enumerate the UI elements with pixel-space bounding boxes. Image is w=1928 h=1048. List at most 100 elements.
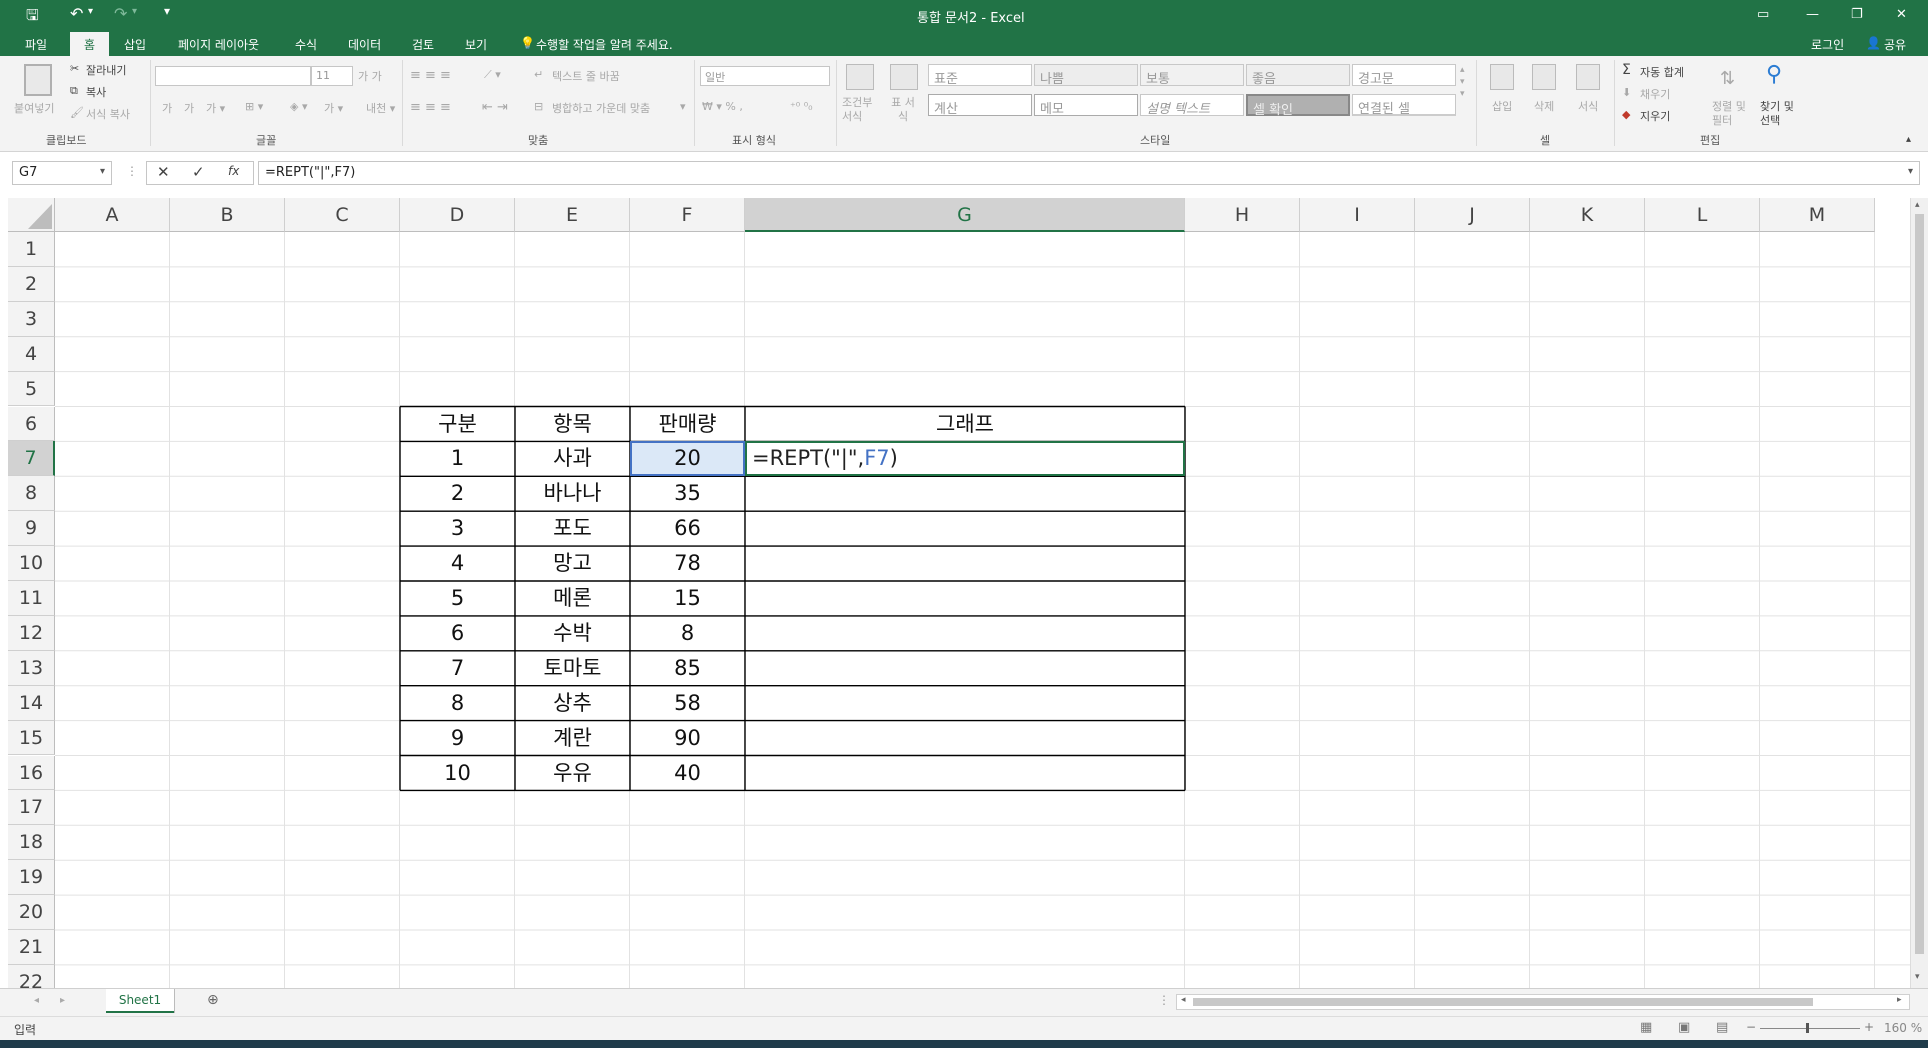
- copy-button[interactable]: 복사: [86, 84, 106, 100]
- undo-icon[interactable]: ↶: [70, 4, 83, 23]
- tab-view[interactable]: 보기: [465, 36, 487, 53]
- currency-icon[interactable]: ₩ ▾ % ,: [702, 100, 743, 113]
- style-neutral[interactable]: 보통: [1140, 64, 1244, 87]
- table-data-cell[interactable]: [745, 686, 1185, 721]
- zoom-out-icon[interactable]: −: [1746, 1020, 1756, 1034]
- add-sheet-icon[interactable]: ⊕: [207, 992, 219, 1008]
- styles-scroll-icon[interactable]: ▴ ▾ ▾: [1460, 64, 1465, 100]
- conditional-format-icon[interactable]: [846, 64, 874, 90]
- table-header-cell[interactable]: 판매량: [630, 407, 745, 442]
- table-data-cell[interactable]: [745, 511, 1185, 546]
- sheet-next-icon[interactable]: ▸: [60, 995, 65, 1006]
- sheet-tab[interactable]: Sheet1: [106, 989, 174, 1013]
- underline-icon[interactable]: 가 ▾: [206, 100, 225, 116]
- zoom-level[interactable]: 160 %: [1884, 1021, 1922, 1035]
- normal-view-icon[interactable]: ▦: [1640, 1020, 1652, 1035]
- wrap-text-button[interactable]: 텍스트 줄 바꿈: [552, 68, 620, 84]
- redo-icon[interactable]: ↷: [114, 4, 127, 23]
- expand-formula-bar-icon[interactable]: ▾: [1908, 166, 1913, 177]
- table-data-cell[interactable]: [745, 476, 1185, 511]
- style-normal[interactable]: 표준: [928, 64, 1032, 87]
- fill-button[interactable]: 채우기: [1640, 86, 1670, 102]
- table-data-cell[interactable]: 8: [400, 686, 515, 721]
- ribbon-display-options-icon[interactable]: ▭: [1757, 7, 1769, 22]
- clear-button[interactable]: 지우기: [1640, 108, 1670, 124]
- merge-center-button[interactable]: 병합하고 가운데 맞춤: [552, 100, 650, 116]
- magnifier-icon[interactable]: ⚲: [1766, 62, 1782, 87]
- table-data-cell[interactable]: 66: [630, 511, 745, 546]
- tab-insert[interactable]: 삽입: [124, 36, 146, 53]
- save-icon[interactable]: 🖫: [26, 5, 39, 30]
- table-data-cell[interactable]: [745, 546, 1185, 581]
- table-header-cell[interactable]: 항목: [515, 407, 630, 442]
- scroll-down-icon[interactable]: ▾: [1915, 972, 1920, 982]
- number-format-select[interactable]: 일반: [700, 66, 830, 86]
- table-data-cell[interactable]: 토마토: [515, 651, 630, 686]
- phonetic-icon[interactable]: 내천 ▾: [366, 100, 395, 116]
- table-data-cell[interactable]: 상추: [515, 686, 630, 721]
- tab-formulas[interactable]: 수식: [295, 36, 317, 53]
- table-data-cell[interactable]: 4: [400, 546, 515, 581]
- style-note[interactable]: 메모: [1034, 94, 1138, 117]
- italic-icon[interactable]: 가: [184, 100, 194, 116]
- tab-home[interactable]: 홈: [70, 32, 110, 56]
- table-data-cell[interactable]: [745, 721, 1185, 756]
- sheet-prev-icon[interactable]: ◂: [34, 995, 39, 1006]
- tab-split-icon[interactable]: ⋮: [1158, 993, 1170, 1007]
- table-data-cell[interactable]: [745, 616, 1185, 651]
- insert-function-icon[interactable]: fx: [228, 164, 239, 178]
- horizontal-scrollbar[interactable]: ◂ ▸: [1176, 994, 1910, 1010]
- table-data-cell[interactable]: [745, 756, 1185, 791]
- format-cells-button[interactable]: 서식: [1578, 98, 1598, 114]
- table-data-cell[interactable]: 메론: [515, 581, 630, 616]
- paste-icon[interactable]: [24, 64, 52, 96]
- table-data-cell[interactable]: [745, 581, 1185, 616]
- table-data-cell[interactable]: 58: [630, 686, 745, 721]
- insert-cells-button[interactable]: 삽입: [1492, 98, 1512, 114]
- formula-input[interactable]: =REPT("|",F7): [258, 161, 1920, 185]
- border-icon[interactable]: ⊞ ▾: [245, 100, 263, 113]
- font-grow-icon[interactable]: 가 가: [358, 68, 382, 84]
- zoom-in-icon[interactable]: +: [1864, 1020, 1874, 1034]
- sort-filter-icon[interactable]: ⇅: [1720, 68, 1735, 89]
- zoom-slider[interactable]: [1760, 1028, 1860, 1029]
- fill-color-icon[interactable]: ◈ ▾: [290, 100, 307, 113]
- table-header-cell[interactable]: 그래프: [745, 407, 1185, 442]
- cut-button[interactable]: 잘라내기: [86, 62, 126, 78]
- font-size-select[interactable]: 11: [311, 66, 353, 86]
- vertical-scrollbar[interactable]: ▴ ▾: [1910, 198, 1928, 988]
- style-check-cell[interactable]: 셀 확인: [1246, 94, 1350, 118]
- style-good[interactable]: 좋음: [1246, 64, 1350, 87]
- font-name-select[interactable]: [155, 66, 311, 86]
- table-data-cell[interactable]: 15: [630, 581, 745, 616]
- table-data-cell[interactable]: 7: [400, 651, 515, 686]
- orientation-icon[interactable]: ⟋ ▾: [484, 68, 501, 82]
- style-linked-cell[interactable]: 연결된 셀: [1352, 94, 1456, 117]
- customize-qat-icon[interactable]: ▾: [164, 4, 170, 18]
- restore-button[interactable]: ❐: [1851, 7, 1863, 22]
- name-box[interactable]: G7: [12, 161, 112, 185]
- autosum-button[interactable]: 자동 합계: [1640, 64, 1684, 80]
- style-warning[interactable]: 경고문: [1352, 64, 1456, 87]
- format-painter-button[interactable]: 서식 복사: [86, 106, 130, 122]
- tab-review[interactable]: 검토: [412, 36, 434, 53]
- tell-me-box[interactable]: 수행할 작업을 알려 주세요.: [536, 36, 673, 53]
- active-cell-editor[interactable]: =REPT("|",F7): [745, 441, 1185, 477]
- tab-data[interactable]: 데이터: [348, 36, 381, 53]
- indent-icon[interactable]: ⇤ ⇥: [482, 100, 508, 115]
- worksheet-grid[interactable]: ABCDEFGHIJKLM 1 2 3 4 5 6 7 8 9 10 11 12 13 14 15 16 17 1…: [8, 198, 1910, 988]
- table-data-cell[interactable]: 3: [400, 511, 515, 546]
- page-layout-view-icon[interactable]: ▣: [1678, 1020, 1690, 1035]
- align-top-icon[interactable]: ≡ ≡ ≡: [410, 68, 451, 83]
- table-data-cell[interactable]: 9: [400, 721, 515, 756]
- scroll-up-icon[interactable]: ▴: [1915, 200, 1920, 210]
- table-data-cell[interactable]: 포도: [515, 511, 630, 546]
- collapse-ribbon-icon[interactable]: ▴: [1906, 134, 1911, 145]
- table-data-cell[interactable]: 사과: [515, 441, 630, 476]
- paste-button[interactable]: 붙여넣기: [14, 100, 54, 116]
- delete-cells-button[interactable]: 삭제: [1534, 98, 1554, 114]
- table-format-icon[interactable]: [890, 64, 918, 90]
- sort-filter-button[interactable]: 정렬 및 필터: [1712, 100, 1752, 128]
- format-cells-icon[interactable]: [1576, 64, 1600, 90]
- tab-file[interactable]: 파일: [25, 36, 47, 53]
